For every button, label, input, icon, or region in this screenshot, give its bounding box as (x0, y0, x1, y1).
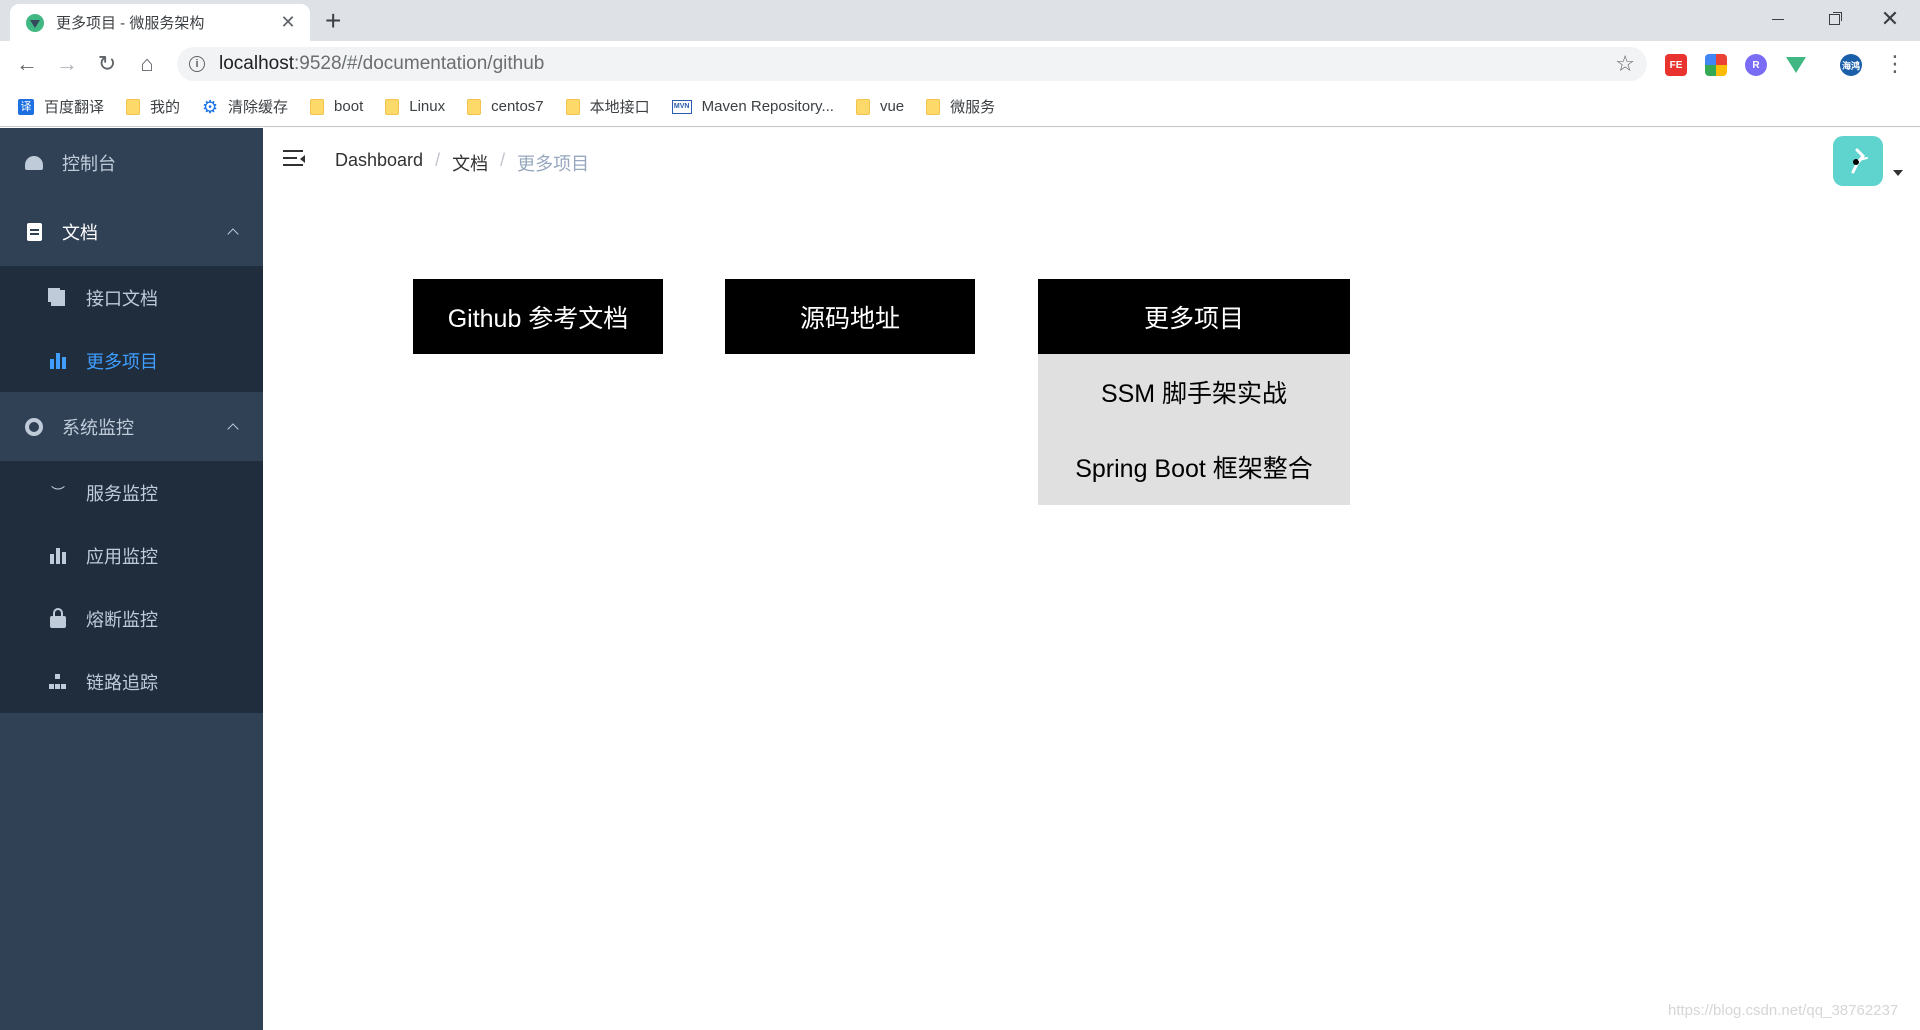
browser-tabstrip: 更多项目 - 微服务架构 ✕ + ✕ (0, 0, 1920, 41)
sidebar-item-label: 系统监控 (62, 417, 134, 438)
vue-favicon-icon (26, 13, 44, 32)
watermark: https://blog.csdn.net/qq_38762237 (1668, 1002, 1899, 1019)
bookmark-item[interactable]: 译 百度翻译 (18, 96, 104, 117)
home-icon[interactable]: ⌂ (132, 49, 162, 79)
sidebar-item-label: 服务监控 (86, 483, 158, 504)
sidebar-item-label: 控制台 (62, 153, 116, 174)
info-icon[interactable]: i (189, 56, 205, 72)
browser-tab[interactable]: 更多项目 - 微服务架构 ✕ (10, 4, 310, 41)
minimize-button[interactable] (1750, 0, 1806, 38)
sidebar-item-api-docs[interactable]: 接口文档 (0, 266, 263, 329)
tab-close-icon[interactable]: ✕ (278, 12, 298, 33)
fe-extension-icon[interactable]: FE (1665, 54, 1687, 76)
sidebar-item-more-projects[interactable]: 更多项目 (0, 329, 263, 392)
dashboard-icon (24, 153, 44, 173)
sidebar-item-label: 链路追踪 (86, 672, 158, 693)
bookmark-star-icon[interactable]: ☆ (1615, 51, 1635, 77)
sidebar-item-label: 更多项目 (86, 351, 158, 372)
folder-icon (467, 98, 482, 115)
gear-icon: ⚙ (202, 96, 219, 117)
back-arrow-icon[interactable]: ← (12, 49, 42, 79)
profile-avatar[interactable]: 海鸿 (1840, 54, 1862, 76)
sidebar-submenu-docs[interactable]: 文档 (0, 197, 263, 266)
folder-icon (855, 98, 870, 115)
document-icon (24, 222, 44, 242)
breadcrumb-separator: / (435, 150, 441, 170)
lock-icon (48, 607, 68, 629)
folder-icon (126, 98, 141, 115)
sidebar-item-trace[interactable]: 链路追踪 (0, 650, 263, 713)
forward-arrow-icon[interactable]: → (52, 49, 82, 79)
sidebar-item-circuit-monitor[interactable]: 熔断监控 (0, 587, 263, 650)
mvn-icon: MVN (671, 99, 692, 114)
close-window-button[interactable]: ✕ (1862, 0, 1918, 38)
source-code-button[interactable]: 源码地址 (725, 279, 975, 354)
bookmark-item[interactable]: ⚙ 清除缓存 (202, 96, 288, 117)
bookmark-item[interactable]: Linux (385, 98, 445, 115)
breadcrumb: Dashboard / 文档 / 更多项目 (335, 150, 589, 176)
chrome-menu-icon[interactable]: ⋮ (1884, 51, 1906, 77)
sidebar-item-service-monitor[interactable]: ︶ 服务监控 (0, 461, 263, 524)
vue-devtools-icon[interactable] (1785, 54, 1807, 76)
folder-icon (385, 98, 400, 115)
address-bar[interactable]: i localhost:9528/#/documentation/github … (177, 47, 1647, 81)
bookmark-item[interactable]: MVN Maven Repository... (671, 98, 834, 115)
folder-icon (310, 98, 325, 115)
hamburger-icon[interactable] (283, 150, 305, 168)
navbar: Dashboard / 文档 / 更多项目 (263, 128, 1920, 192)
folder-icon (565, 98, 580, 115)
bookmark-item[interactable]: 本地接口 (565, 96, 650, 117)
copy-icon (48, 288, 68, 308)
tab-title: 更多项目 - 微服务架构 (56, 15, 205, 32)
bookmarks-bar: 译 百度翻译 我的 ⚙ 清除缓存 boot Linux centos7 本地接口… (0, 87, 1920, 127)
user-avatar[interactable] (1833, 136, 1883, 186)
tree-icon (48, 672, 68, 692)
sidebar-item-label: 接口文档 (86, 288, 158, 309)
bookmark-item[interactable]: 微服务 (926, 96, 995, 117)
bookmark-item[interactable]: 我的 (126, 96, 180, 117)
sidebar: 控制台 文档 接口文档 更多项目 系统监控 ︶ 服务监控 应用监控 熔断监控 链… (0, 128, 263, 1030)
sidebar-item-app-monitor[interactable]: 应用监控 (0, 524, 263, 587)
sidebar-item-label: 熔断监控 (86, 609, 158, 630)
bookmark-item[interactable]: boot (310, 98, 363, 115)
dropdown-item-spring-boot[interactable]: Spring Boot 框架整合 (1038, 429, 1350, 504)
sidebar-item-label: 应用监控 (86, 546, 158, 567)
avatar-figure-icon (1851, 148, 1868, 174)
new-tab-button[interactable]: + (325, 6, 341, 36)
sidebar-submenu-monitor[interactable]: 系统监控 (0, 392, 263, 461)
bar-chart-icon (48, 351, 68, 371)
breadcrumb-separator: / (500, 150, 506, 170)
more-projects-dropdown: SSM 脚手架实战 Spring Boot 框架整合 (1038, 354, 1350, 505)
browser-toolbar: ← → ↻ ⌂ i localhost:9528/#/documentation… (0, 41, 1920, 87)
more-projects-button[interactable]: 更多项目 (1038, 279, 1350, 354)
breadcrumb-current: 更多项目 (517, 154, 590, 174)
dropdown-item-ssm[interactable]: SSM 脚手架实战 (1038, 354, 1350, 429)
monitor-icon (24, 417, 44, 437)
chevron-up-icon (227, 422, 239, 435)
reload-icon[interactable]: ↻ (92, 49, 122, 79)
bookmark-item[interactable]: vue (855, 98, 904, 115)
r-extension-icon[interactable]: R (1745, 54, 1767, 76)
chevron-up-icon (227, 227, 239, 240)
bookmark-item[interactable]: centos7 (467, 98, 544, 115)
maximize-button[interactable] (1806, 0, 1862, 38)
url-text: localhost:9528/#/documentation/github (219, 53, 545, 74)
eye-closed-icon: ︶ (51, 484, 65, 501)
caret-down-icon[interactable] (1893, 170, 1903, 176)
sidebar-item-label: 文档 (62, 222, 98, 243)
github-docs-button[interactable]: Github 参考文档 (413, 279, 663, 354)
color-extension-icon[interactable] (1705, 54, 1727, 76)
breadcrumb-docs[interactable]: 文档 (452, 150, 488, 176)
main-content: Github 参考文档 源码地址 更多项目 SSM 脚手架实战 Spring B… (263, 192, 1920, 1030)
bar-chart-icon (48, 546, 68, 566)
sidebar-item-dashboard[interactable]: 控制台 (0, 128, 263, 197)
breadcrumb-dashboard[interactable]: Dashboard (335, 150, 423, 176)
folder-icon (926, 98, 941, 115)
translate-icon: 译 (18, 98, 34, 115)
